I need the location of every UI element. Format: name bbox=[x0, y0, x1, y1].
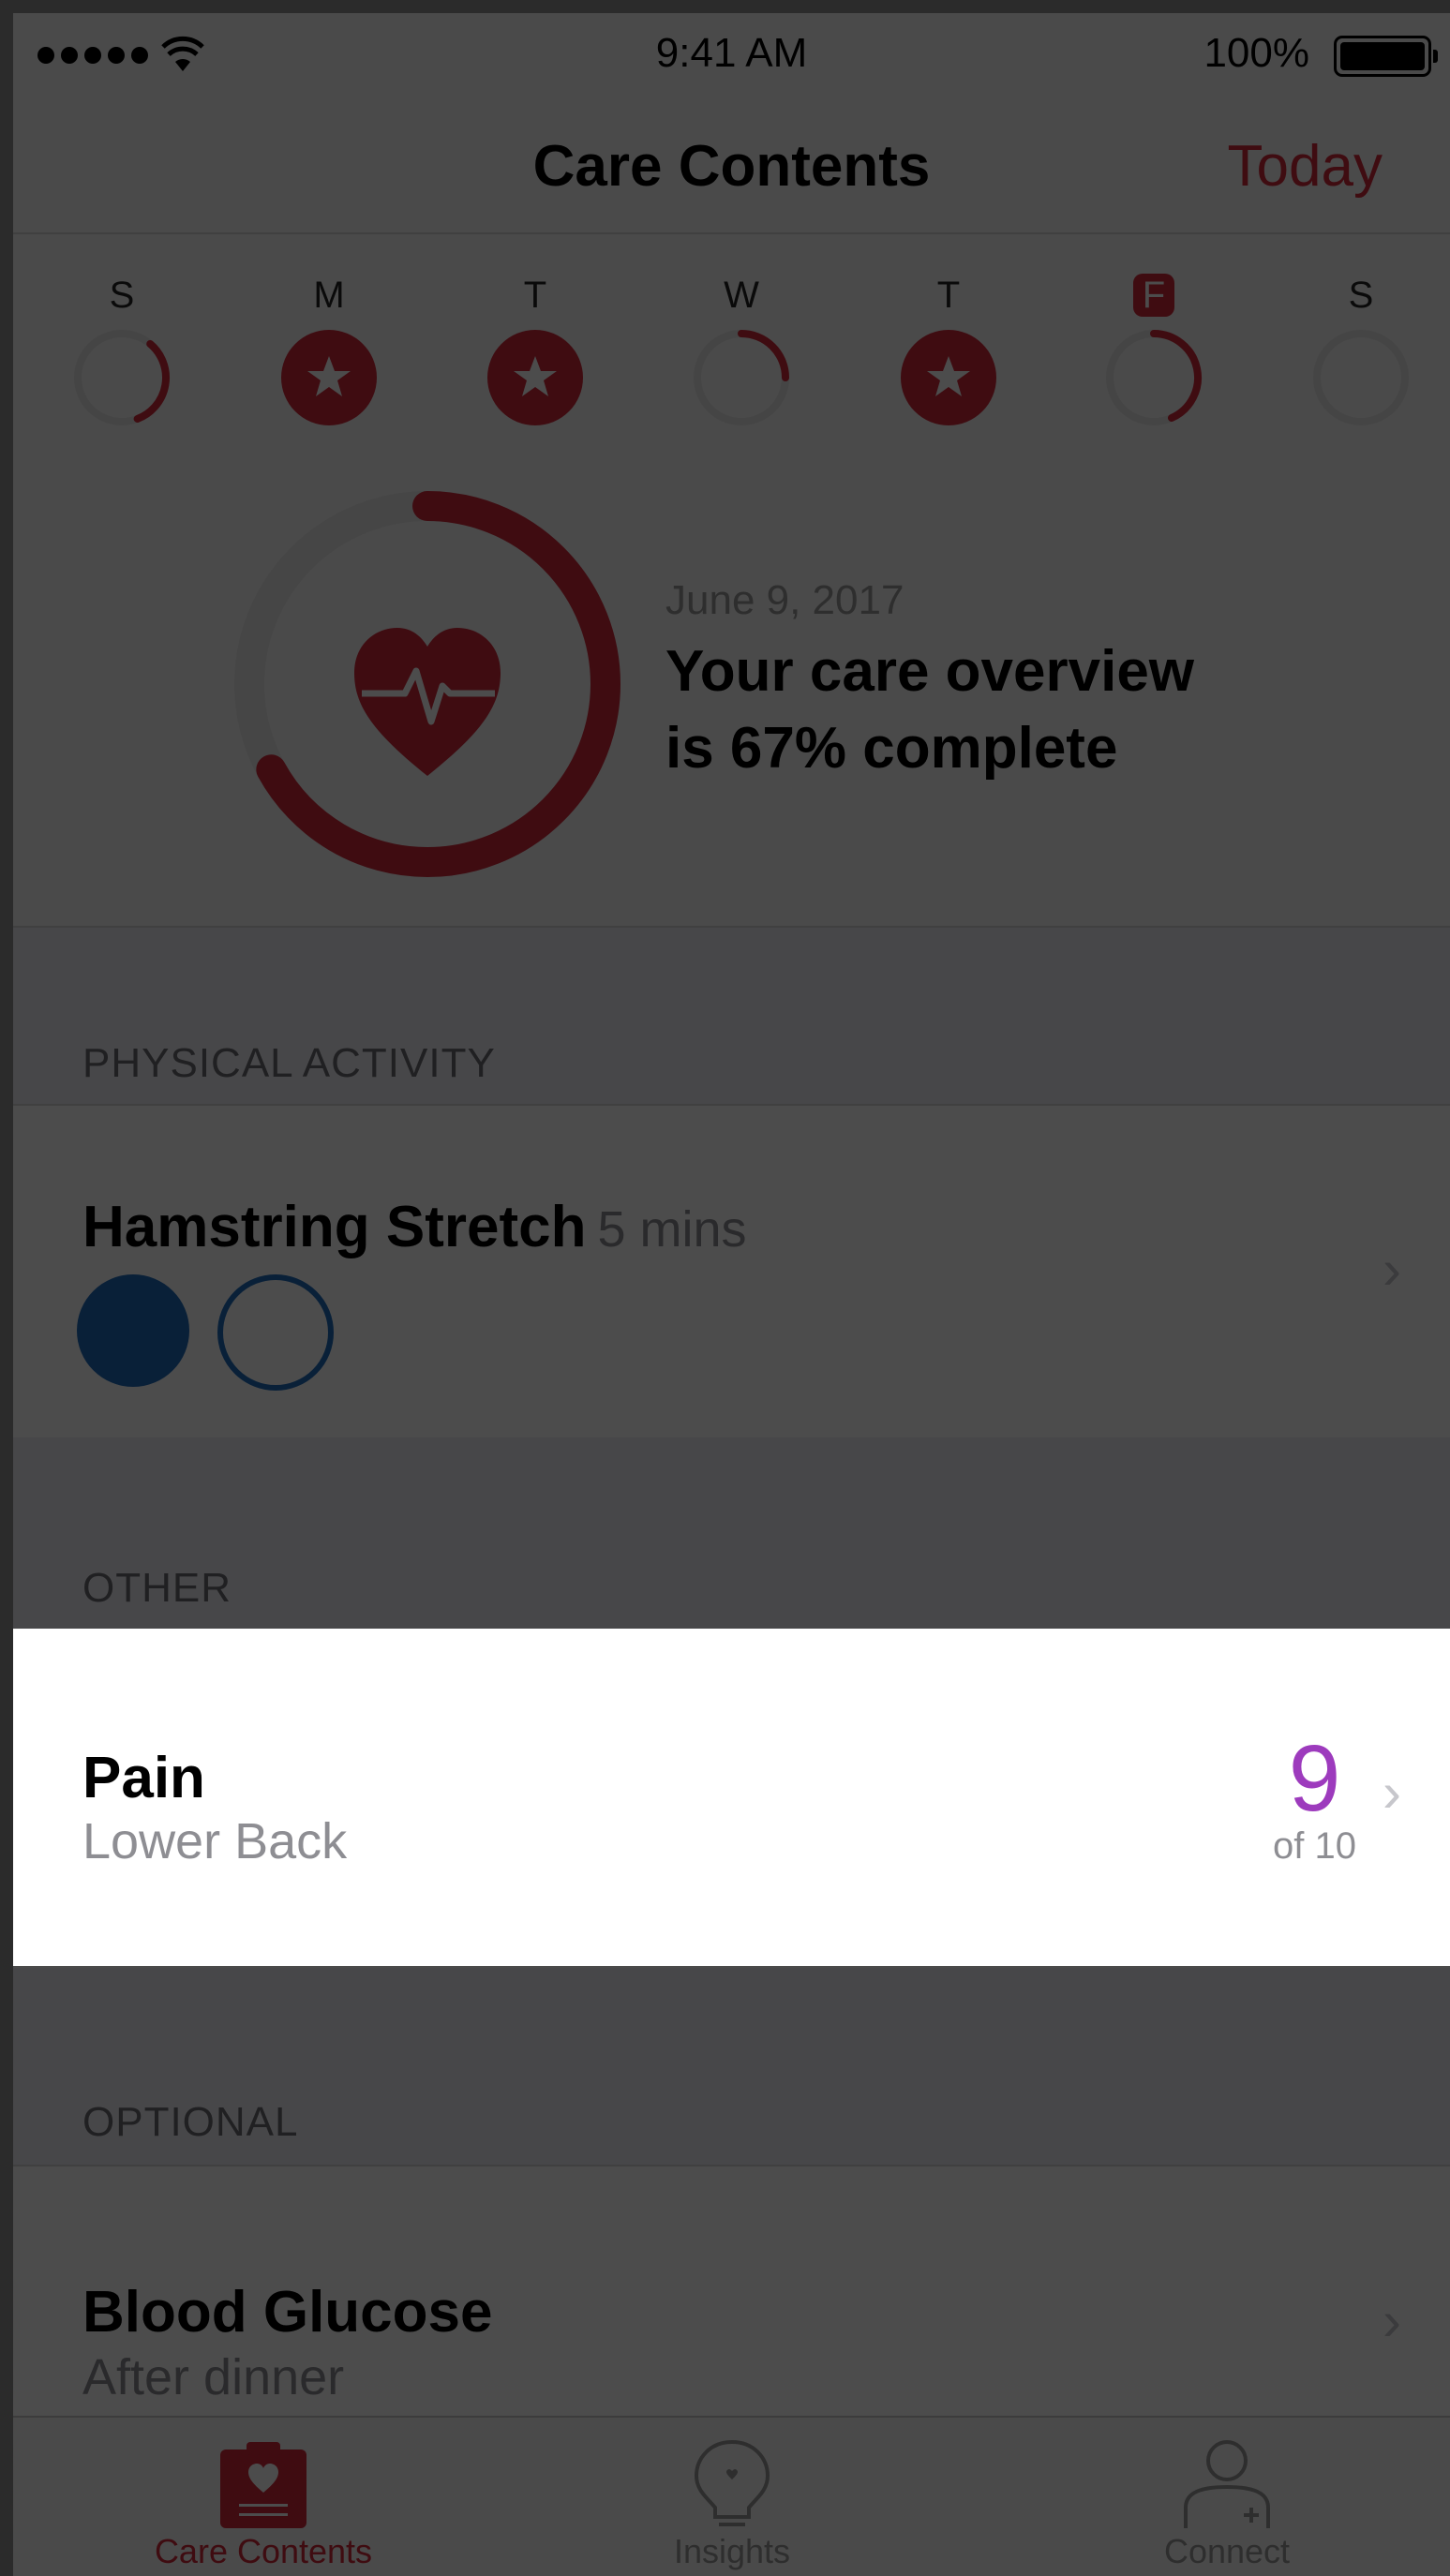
day-letter: S bbox=[109, 275, 135, 316]
day-friday[interactable]: F bbox=[1098, 234, 1210, 425]
overview-line-1: Your care overview bbox=[665, 639, 1195, 704]
tab-label: Insights bbox=[673, 2532, 791, 2570]
chevron-right-icon: › bbox=[1383, 2289, 1401, 2352]
day-letter: W bbox=[724, 275, 759, 316]
pain-score-value: 9 bbox=[1288, 1726, 1341, 1831]
tab-connect[interactable]: Connect bbox=[1086, 2418, 1368, 2576]
care-overview: June 9, 2017 Your care overview is 67% c… bbox=[13, 450, 1450, 928]
today-button[interactable]: Today bbox=[1228, 133, 1383, 200]
pain-score-scale: of 10 bbox=[1273, 1825, 1356, 1867]
tab-care-contents[interactable]: Care Contents bbox=[123, 2418, 404, 2576]
section-header: OTHER bbox=[82, 1565, 232, 1611]
overview-summary: Your care overview is 67% complete bbox=[665, 633, 1194, 787]
activity-duration: 5 mins bbox=[597, 1201, 747, 1258]
chevron-right-icon: › bbox=[1383, 1238, 1401, 1301]
day-letter: S bbox=[1348, 275, 1374, 316]
day-saturday[interactable]: S bbox=[1305, 234, 1417, 425]
status-bar: 9:41 AM 100% bbox=[13, 13, 1450, 79]
assessment-subtitle: After dinner bbox=[82, 2349, 345, 2405]
assessment-title: Pain bbox=[82, 1746, 205, 1810]
tab-insights[interactable]: Insights bbox=[591, 2418, 873, 2576]
battery-percentage: 100% bbox=[1203, 30, 1309, 76]
activity-title-text: Hamstring Stretch bbox=[82, 1195, 587, 1259]
assessment-row-blood-glucose[interactable]: Blood Glucose After dinner › bbox=[13, 2165, 1450, 2421]
tab-bar: Care Contents Insights Connect bbox=[13, 2416, 1450, 2576]
activity-row-hamstring-stretch[interactable]: Hamstring Stretch 5 mins › bbox=[13, 1104, 1450, 1439]
tab-label: Connect bbox=[1163, 2532, 1291, 2570]
lightbulb-icon bbox=[694, 2439, 770, 2526]
phone-screen: 9:41 AM 100% Care Contents Today S M T W… bbox=[13, 13, 1450, 2576]
assessment-title: Blood Glucose bbox=[82, 2280, 493, 2345]
overview-line-2: is 67% complete bbox=[665, 716, 1118, 781]
person-add-icon bbox=[1184, 2440, 1270, 2528]
section-header: OPTIONAL bbox=[82, 2099, 299, 2145]
day-tuesday[interactable]: T bbox=[479, 234, 591, 425]
day-letter-selected: F bbox=[1132, 274, 1175, 317]
day-letter: T bbox=[523, 275, 547, 316]
day-wednesday[interactable]: W bbox=[685, 234, 798, 425]
day-sunday[interactable]: S bbox=[66, 234, 178, 425]
day-monday[interactable]: M bbox=[273, 234, 385, 425]
section-optional: OPTIONAL bbox=[13, 1968, 1450, 2178]
day-thursday[interactable]: T bbox=[892, 234, 1005, 425]
section-physical-activity: PHYSICAL ACTIVITY bbox=[13, 928, 1450, 1119]
overview-date: June 9, 2017 bbox=[665, 577, 904, 623]
navigation-bar: Care Contents Today bbox=[13, 79, 1450, 234]
day-progress-ring bbox=[72, 328, 172, 427]
section-other: OTHER bbox=[13, 1437, 1450, 1642]
day-complete-star-icon bbox=[486, 328, 585, 427]
day-complete-star-icon bbox=[279, 328, 379, 427]
pain-score: 9 of 10 bbox=[1273, 1732, 1356, 1868]
week-strip: S M T W T F S bbox=[13, 234, 1450, 450]
activity-title: Hamstring Stretch 5 mins bbox=[82, 1194, 747, 1260]
assessment-subtitle: Lower Back bbox=[82, 1813, 348, 1869]
tab-label: Care Contents bbox=[154, 2532, 373, 2570]
day-progress-ring bbox=[692, 328, 791, 427]
day-complete-star-icon bbox=[899, 328, 998, 427]
heart-pulse-icon bbox=[354, 628, 501, 776]
day-letter: T bbox=[936, 275, 961, 316]
section-header: PHYSICAL ACTIVITY bbox=[82, 1040, 496, 1086]
day-letter: M bbox=[313, 275, 345, 316]
activity-incomplete-circle[interactable] bbox=[217, 1274, 334, 1391]
battery-icon bbox=[1334, 36, 1438, 77]
chevron-right-icon: › bbox=[1383, 1761, 1401, 1824]
clipboard-heart-icon bbox=[220, 2442, 306, 2528]
day-progress-ring bbox=[1104, 328, 1203, 427]
overview-progress-ring bbox=[234, 491, 620, 877]
assessment-row-pain[interactable]: Pain Lower Back 9 of 10 › bbox=[13, 1629, 1450, 1966]
activity-completed-circle[interactable] bbox=[77, 1274, 189, 1387]
day-progress-ring bbox=[1311, 328, 1411, 427]
